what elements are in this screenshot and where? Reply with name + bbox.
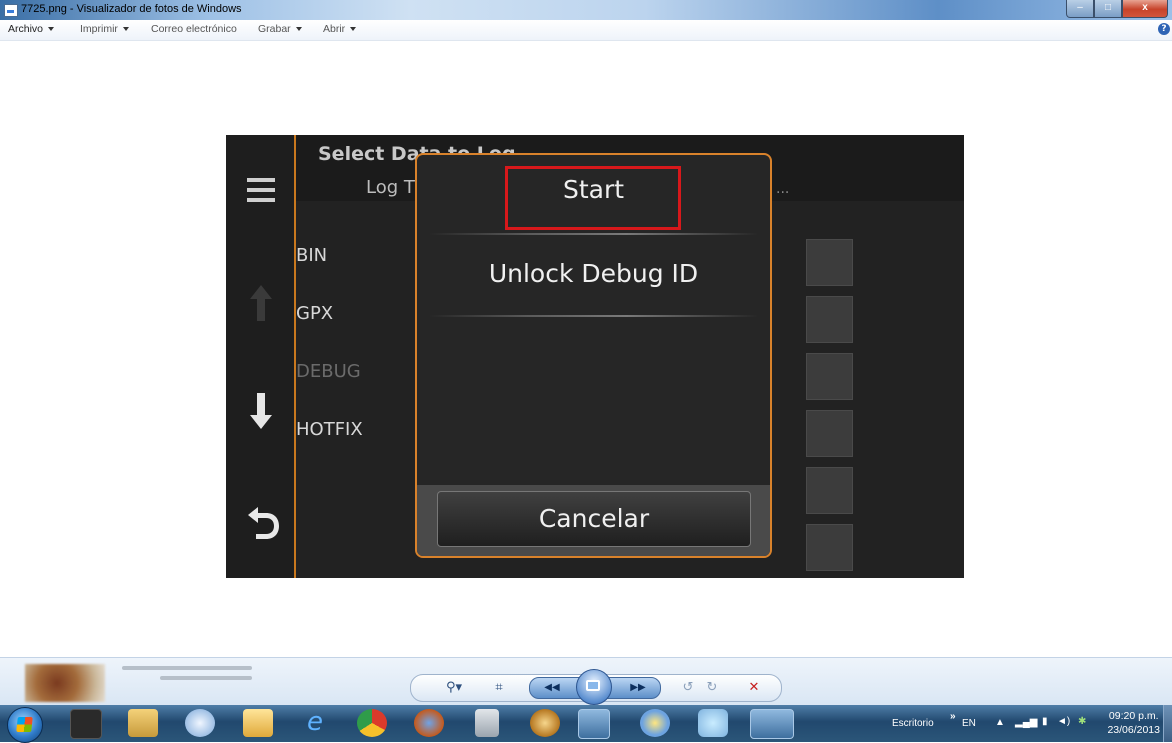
menu-icon[interactable] [247, 178, 275, 204]
option-hotfix[interactable]: HOTFIX [296, 419, 363, 440]
red-highlight-annotation [505, 166, 681, 230]
dialog-unlock-debug-item[interactable]: Unlock Debug ID [417, 259, 770, 288]
zoom-icon[interactable]: ⚲▾ [439, 679, 469, 697]
menu-abrir-label: Abrir [323, 23, 346, 35]
explorer-taskbar-icon[interactable] [128, 709, 158, 737]
checkbox-bin[interactable] [806, 239, 853, 286]
chevron-down-icon [48, 27, 55, 32]
checkbox-gpx[interactable] [806, 296, 853, 343]
thumbnail-image [25, 664, 105, 702]
next-icon[interactable]: ▶▶ [626, 679, 650, 697]
globe-taskbar-icon[interactable] [185, 709, 215, 737]
clock-time: 09:20 p.m. [1108, 710, 1159, 722]
start-button[interactable] [7, 707, 43, 743]
desktop-toolbar-label[interactable]: Escritorio [892, 718, 934, 729]
option-bin[interactable]: BIN [296, 245, 327, 266]
show-desktop-button[interactable] [1163, 705, 1172, 742]
menu-correo[interactable]: Correo electrónico [151, 23, 237, 35]
menu-archivo[interactable]: Archivo [8, 23, 55, 35]
volume-icon[interactable]: ◄) [1057, 716, 1070, 727]
option-gpx[interactable]: GPX [296, 303, 333, 324]
delete-icon[interactable]: ✕ [743, 679, 765, 697]
checkbox-hotfix[interactable] [806, 410, 853, 457]
firefox-taskbar-icon[interactable] [414, 709, 444, 737]
dialog-separator [429, 233, 758, 235]
network-signal-icon[interactable]: ▂▄▆ [1015, 717, 1037, 728]
chevron-down-icon [122, 27, 129, 32]
store-taskbar-icon[interactable] [578, 709, 610, 739]
mail-taskbar-icon[interactable] [243, 709, 273, 737]
blurred-info-text [160, 676, 252, 680]
language-indicator[interactable]: EN [962, 718, 976, 729]
menu-correo-label: Correo electrónico [151, 23, 237, 35]
show-hidden-icons-icon[interactable]: ▲ [995, 717, 1005, 728]
menu-abrir[interactable]: Abrir [323, 23, 357, 35]
arrow-down-icon[interactable] [250, 393, 272, 429]
paint-taskbar-icon[interactable] [698, 709, 728, 737]
checkbox-6[interactable] [806, 524, 853, 571]
checkbox-5[interactable] [806, 467, 853, 514]
device-ellipsis: ... [776, 181, 790, 197]
checkbox-debug[interactable] [806, 353, 853, 400]
slideshow-button[interactable] [576, 669, 612, 705]
sidebar-divider [294, 135, 296, 578]
previous-icon[interactable]: ◀◀ [540, 679, 564, 697]
window-title-bar: 7725.png - Visualizador de fotos de Wind… [0, 0, 1172, 21]
fit-window-icon[interactable]: ⌗ [489, 679, 509, 697]
app-taskbar-icon[interactable] [530, 709, 560, 737]
device-subtitle: Log T [366, 177, 415, 198]
rotate-left-icon[interactable]: ↺ [679, 679, 697, 697]
calculator-taskbar-icon[interactable] [475, 709, 499, 737]
back-icon[interactable] [244, 501, 284, 541]
viewer-controls: ⚲▾ ⌗ ◀◀ ▶▶ ↺ ↻ ✕ [410, 669, 782, 705]
chevron-down-icon [350, 27, 357, 32]
blurred-info-text [122, 666, 252, 670]
menu-bar: Archivo Imprimir Correo electrónico Grab… [0, 20, 1172, 41]
dialog-separator [429, 315, 758, 317]
tray-app-icon[interactable]: ✱ [1078, 716, 1086, 727]
photo-viewer-app-icon [4, 4, 18, 17]
close-button[interactable]: x [1122, 0, 1168, 18]
battery-icon[interactable]: ▮ [1042, 716, 1048, 727]
cancel-button[interactable]: Cancelar [437, 491, 751, 547]
maximize-button[interactable]: □ [1094, 0, 1122, 18]
taskbar-clock[interactable]: 09:20 p.m. 23/06/2013 [1107, 709, 1160, 737]
window-title: 7725.png - Visualizador de fotos de Wind… [21, 3, 242, 15]
window-controls: – □ x [1066, 0, 1168, 18]
minimize-button[interactable]: – [1066, 0, 1094, 18]
toolbar-chevron-icon[interactable]: » [950, 711, 956, 722]
menu-imprimir[interactable]: Imprimir [80, 23, 129, 35]
chrome-taskbar-icon[interactable] [357, 709, 387, 737]
viewer-info-strip: ⚲▾ ⌗ ◀◀ ▶▶ ↺ ↻ ✕ [0, 657, 1172, 706]
taskbar: e Escritorio » EN ▲ ▂▄▆ ▮ ◄) ✱ 09:20 p.m… [0, 705, 1172, 743]
media-player-taskbar-icon[interactable] [70, 709, 102, 739]
help-icon[interactable]: ? [1158, 23, 1170, 35]
chevron-down-icon [295, 27, 302, 32]
rotate-right-icon[interactable]: ↻ [703, 679, 721, 697]
messenger-taskbar-icon[interactable] [640, 709, 670, 737]
option-debug[interactable]: DEBUG [296, 361, 361, 382]
menu-imprimir-label: Imprimir [80, 23, 118, 35]
menu-grabar[interactable]: Grabar [258, 23, 302, 35]
menu-archivo-label: Archivo [8, 23, 44, 35]
menu-grabar-label: Grabar [258, 23, 291, 35]
internet-explorer-taskbar-icon[interactable]: e [300, 709, 330, 737]
clock-date: 23/06/2013 [1107, 724, 1160, 736]
arrow-up-icon[interactable] [250, 285, 272, 321]
photo-viewer-taskbar-icon[interactable] [750, 709, 794, 739]
